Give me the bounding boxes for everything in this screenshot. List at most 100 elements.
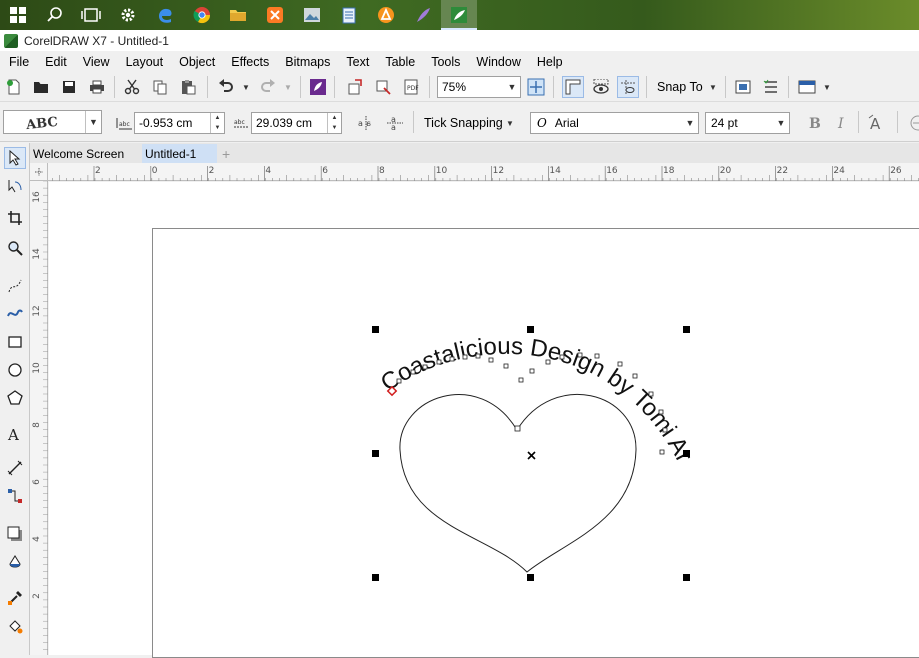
- file-explorer-icon[interactable]: [220, 0, 256, 30]
- zoom-level-combo[interactable]: 75% ▼: [437, 76, 521, 98]
- import-icon[interactable]: [345, 77, 365, 97]
- mirror-horizontal-icon[interactable]: aa: [356, 113, 376, 133]
- redo-icon[interactable]: [258, 77, 278, 97]
- vertical-ruler[interactable]: 161412108642: [30, 181, 48, 655]
- menu-window[interactable]: Window: [467, 55, 527, 69]
- search-content-icon[interactable]: [308, 77, 328, 97]
- customize-dropdown-icon[interactable]: ▼: [817, 77, 837, 97]
- menu-text[interactable]: Text: [337, 55, 376, 69]
- photos-icon[interactable]: [294, 0, 330, 30]
- menu-view[interactable]: View: [74, 55, 117, 69]
- feather-icon[interactable]: [405, 0, 441, 30]
- menu-object[interactable]: Object: [170, 55, 222, 69]
- text-tool-icon[interactable]: A: [4, 423, 26, 445]
- menu-layout[interactable]: Layout: [117, 55, 171, 69]
- ruler-tick-label: 18: [663, 166, 675, 176]
- options-icon[interactable]: [733, 77, 753, 97]
- save-icon[interactable]: [59, 77, 79, 97]
- bold-icon[interactable]: B: [804, 113, 824, 133]
- polygon-tool-icon[interactable]: [4, 387, 26, 409]
- menu-file[interactable]: File: [0, 55, 36, 69]
- tick-snapping-dropdown-icon[interactable]: ▼: [500, 113, 520, 133]
- drawing-canvas[interactable]: Coastalicious Design by Tomi Aris: [49, 182, 919, 655]
- font-list-combo[interactable]: O Arial ▼: [530, 112, 699, 134]
- xampp-icon[interactable]: [257, 0, 293, 30]
- distance-from-path-stepper[interactable]: ▲▼: [327, 113, 341, 133]
- coreldraw-icon[interactable]: [441, 0, 477, 30]
- chevron-down-icon[interactable]: ▼: [504, 77, 520, 97]
- chevron-down-icon[interactable]: ▼: [682, 113, 698, 133]
- add-tab-icon[interactable]: +: [222, 144, 236, 163]
- edge-icon[interactable]: [147, 0, 183, 30]
- pick-tool-icon[interactable]: [4, 147, 26, 169]
- chrome-icon[interactable]: [184, 0, 220, 30]
- window-title: CorelDRAW X7 - Untitled-1: [24, 34, 169, 48]
- tab-welcome-screen[interactable]: Welcome Screen: [30, 144, 142, 163]
- text-offset-stepper[interactable]: ▲▼: [210, 113, 224, 133]
- eyedropper-tool-icon[interactable]: [4, 587, 26, 609]
- menu-edit[interactable]: Edit: [36, 55, 74, 69]
- application-launcher-icon[interactable]: [761, 77, 781, 97]
- view-mode-icon[interactable]: [591, 77, 611, 97]
- drop-shadow-tool-icon[interactable]: [4, 523, 26, 545]
- artistic-media-tool-icon[interactable]: [4, 303, 26, 325]
- path-text[interactable]: Coastalicious Design by Tomi Aris: [49, 182, 698, 467]
- menu-tools[interactable]: Tools: [422, 55, 467, 69]
- transparency-tool-icon[interactable]: [4, 551, 26, 573]
- shape-tool-icon[interactable]: [4, 175, 26, 197]
- export-icon[interactable]: [373, 77, 393, 97]
- windows-start-icon[interactable]: [0, 0, 36, 30]
- mirror-vertical-icon[interactable]: aa: [385, 113, 405, 133]
- connector-tool-icon[interactable]: [4, 485, 26, 507]
- chevron-down-icon[interactable]: ▼: [773, 113, 789, 133]
- more-options-icon[interactable]: [902, 113, 919, 133]
- freehand-tool-icon[interactable]: [4, 275, 26, 297]
- search-icon[interactable]: [37, 0, 73, 30]
- chevron-down-icon[interactable]: ▼: [85, 111, 101, 133]
- undo-icon[interactable]: [216, 77, 236, 97]
- font-size-combo[interactable]: 24 pt ▼: [705, 112, 790, 134]
- copy-icon[interactable]: [150, 77, 170, 97]
- character-formatting-icon[interactable]: A: [867, 113, 887, 133]
- zoom-tool-icon[interactable]: [4, 237, 26, 259]
- show-rulers-icon[interactable]: [562, 76, 584, 98]
- crop-tool-icon[interactable]: [4, 207, 26, 229]
- task-view-icon[interactable]: [73, 0, 109, 30]
- interactive-fill-tool-icon[interactable]: [4, 615, 26, 637]
- settings-icon[interactable]: [110, 0, 146, 30]
- tab-untitled-1[interactable]: Untitled-1: [142, 144, 217, 163]
- show-guidelines-icon[interactable]: [617, 76, 639, 98]
- paste-icon[interactable]: [178, 77, 198, 97]
- snap-to-label[interactable]: Snap To: [657, 80, 703, 94]
- cut-icon[interactable]: [122, 77, 142, 97]
- artwork-layer[interactable]: Coastalicious Design by Tomi Aris: [49, 182, 919, 655]
- publish-pdf-icon[interactable]: PDF: [401, 77, 421, 97]
- notepad-icon[interactable]: [331, 0, 367, 30]
- rotation-center-mark[interactable]: [528, 452, 535, 459]
- tick-snapping-label[interactable]: Tick Snapping: [424, 116, 503, 130]
- parallel-dimension-tool-icon[interactable]: [4, 457, 26, 479]
- redo-dropdown-icon[interactable]: ▼: [278, 77, 298, 97]
- taskbar: [0, 0, 919, 30]
- undo-dropdown-icon[interactable]: ▼: [236, 77, 256, 97]
- distance-from-path-field[interactable]: 29.039 cm ▲▼: [251, 112, 342, 134]
- customize-toolbar-icon[interactable]: [797, 77, 817, 97]
- rectangle-tool-icon[interactable]: [4, 331, 26, 353]
- print-icon[interactable]: [87, 77, 107, 97]
- ellipse-tool-icon[interactable]: [4, 359, 26, 381]
- ruler-origin-corner[interactable]: [30, 163, 48, 181]
- menu-table[interactable]: Table: [376, 55, 422, 69]
- preset-list-combo[interactable]: ABC ▼: [3, 110, 102, 134]
- open-icon[interactable]: [31, 77, 51, 97]
- text-offset-field[interactable]: -0.953 cm ▲▼: [134, 112, 225, 134]
- new-document-icon[interactable]: [4, 77, 24, 97]
- heart-shape[interactable]: [400, 394, 636, 572]
- avast-icon[interactable]: [368, 0, 404, 30]
- menu-help[interactable]: Help: [528, 55, 570, 69]
- horizontal-ruler[interactable]: 202468101214161820222426: [48, 163, 919, 181]
- menu-bitmaps[interactable]: Bitmaps: [276, 55, 337, 69]
- zoom-to-page-icon[interactable]: [526, 77, 546, 97]
- snap-to-dropdown-icon[interactable]: ▼: [703, 77, 723, 97]
- italic-icon[interactable]: I: [832, 113, 852, 133]
- menu-effects[interactable]: Effects: [222, 55, 276, 69]
